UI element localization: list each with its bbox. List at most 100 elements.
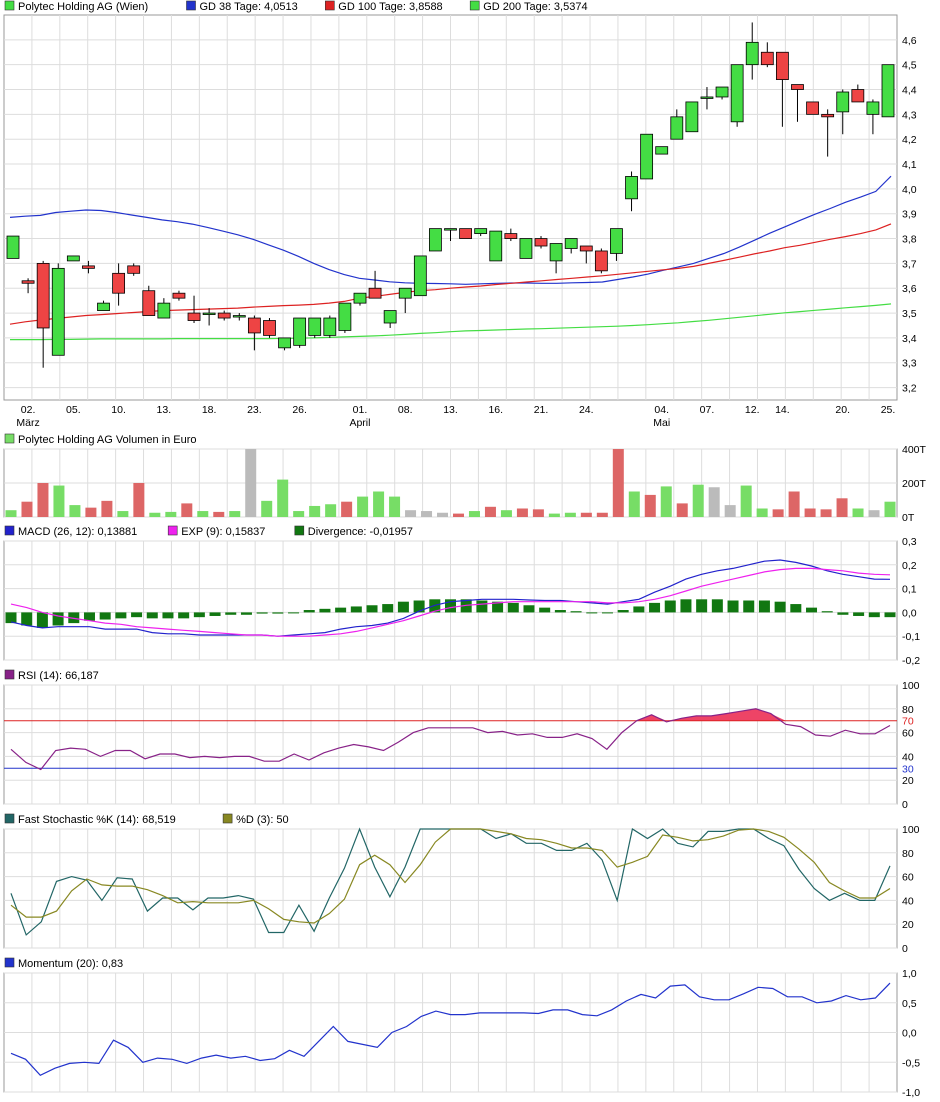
volume-bar	[516, 508, 528, 517]
price-x-tick-12: 24.	[579, 404, 594, 416]
volume-bar	[85, 507, 97, 517]
rsi-y-tick-6: 80	[902, 704, 914, 716]
volume-bar	[836, 498, 848, 517]
candle-body	[881, 64, 895, 118]
momentum-y-tick-1: -0,5	[902, 1057, 920, 1069]
price-y-tick-10: 4,2	[902, 134, 917, 146]
price-x-tick-3: 13.	[157, 404, 172, 416]
volume-bar	[580, 512, 592, 517]
divergence-bar	[743, 600, 755, 613]
price-y-tick-12: 4,4	[902, 85, 917, 97]
divergence-bar	[507, 602, 519, 613]
macd-legend-swatch-0	[4, 525, 15, 536]
candle-body	[202, 312, 216, 315]
volume-bar	[133, 483, 145, 517]
price-x-tick-2: 10.	[111, 404, 126, 416]
volume-bar	[293, 511, 305, 517]
candle-body	[112, 272, 126, 294]
stoch-legend-swatch-0	[4, 813, 15, 824]
price-month-2: Mai	[653, 417, 670, 429]
rsi-y-tick-3: 40	[902, 751, 914, 763]
macd-legend-swatch-2	[294, 525, 305, 536]
divergence-bar	[5, 612, 17, 624]
candle-body	[6, 235, 20, 259]
price-y-tick-3: 3,5	[902, 308, 917, 320]
volume-bar	[724, 505, 736, 517]
volume-bar	[325, 504, 337, 517]
stoch-y-tick-5: 100	[902, 824, 920, 836]
divergence-bar	[36, 612, 48, 628]
candle-body	[323, 317, 337, 336]
momentum-y-tick-4: 1,0	[902, 968, 917, 980]
price-month-0: März	[16, 417, 39, 429]
price-legend-swatch-2	[324, 0, 335, 11]
price-y-tick-13: 4,5	[902, 60, 917, 72]
candle-body	[187, 312, 201, 321]
volume-bar	[101, 500, 113, 517]
divergence-bar	[335, 607, 347, 613]
volume-bar	[468, 511, 480, 517]
momentum-legend-label-0: Momentum (20): 0,83	[18, 958, 123, 970]
volume-y-tick-2: 400T	[902, 444, 927, 456]
divergence-bar	[758, 600, 770, 613]
divergence-bar	[884, 612, 896, 618]
volume-bar	[421, 511, 433, 517]
divergence-bar	[539, 607, 551, 613]
price-x-tick-0: 02.	[21, 404, 36, 416]
price-y-tick-1: 3,3	[902, 358, 917, 370]
price-x-tick-6: 26.	[292, 404, 307, 416]
candle-body	[383, 310, 397, 324]
price-x-tick-8: 08.	[398, 404, 413, 416]
candle-body	[519, 238, 533, 259]
momentum-y-tick-2: 0,0	[902, 1028, 917, 1040]
divergence-bar	[209, 612, 221, 616]
candle-body	[489, 230, 503, 262]
volume-bar	[117, 511, 129, 517]
divergence-bar	[319, 608, 331, 613]
candle-body	[66, 255, 80, 262]
macd-legend-label-2: Divergence: -0,01957	[308, 526, 413, 538]
volume-bar	[5, 510, 17, 517]
candle-body	[594, 250, 608, 272]
price-y-tick-5: 3,7	[902, 258, 917, 270]
price-y-tick-7: 3,9	[902, 209, 917, 221]
price-y-tick-8: 4,0	[902, 184, 917, 196]
candle-body	[745, 41, 759, 66]
volume-y-tick-0: 0T	[902, 512, 915, 524]
divergence-bar	[162, 612, 174, 619]
candle-body	[172, 292, 186, 299]
volume-bar	[181, 503, 193, 517]
price-y-tick-0: 3,2	[902, 383, 917, 395]
divergence-bar	[146, 612, 158, 619]
divergence-bar	[774, 601, 786, 613]
volume-bar	[37, 483, 49, 517]
candle-body	[549, 243, 563, 262]
volume-bar	[389, 496, 401, 517]
candle-body	[700, 96, 714, 99]
price-month-1: April	[349, 417, 370, 429]
candle-body	[217, 312, 231, 319]
price-x-tick-1: 05.	[66, 404, 81, 416]
candle-body	[444, 228, 457, 231]
candle-body	[685, 101, 699, 133]
candle-body	[82, 265, 95, 269]
divergence-bar	[366, 605, 378, 613]
volume-bar	[884, 501, 896, 517]
candle-body	[293, 317, 307, 346]
candle-body	[579, 245, 593, 252]
volume-bar	[708, 487, 720, 517]
volume-bar	[229, 511, 241, 517]
price-x-tick-18: 25.	[881, 404, 896, 416]
candle-body	[715, 86, 729, 98]
volume-bar	[405, 510, 417, 517]
stoch-legend-swatch-1	[222, 813, 233, 824]
divergence-bar	[617, 610, 629, 613]
price-y-tick-11: 4,3	[902, 109, 917, 121]
candle-body	[806, 101, 819, 115]
divergence-bar	[633, 606, 645, 613]
rsi-legend-label-0: RSI (14): 66,187	[18, 670, 99, 682]
price-legend-swatch-3	[469, 0, 480, 11]
candle-body	[368, 287, 382, 299]
divergence-bar	[806, 607, 818, 613]
momentum-y-tick-3: 0,5	[902, 998, 917, 1010]
